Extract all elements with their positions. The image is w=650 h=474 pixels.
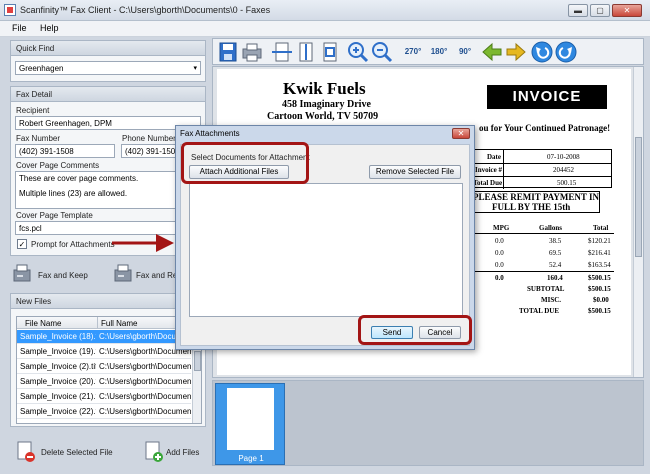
recipient-label: Recipient <box>16 106 50 115</box>
fax-machine-remove-icon <box>113 263 133 285</box>
viewer-scrollbar[interactable] <box>633 67 643 377</box>
redo-icon[interactable] <box>555 41 577 63</box>
file-row[interactable]: Sample_Invoice (20).tif C:\Users\gborth\D… <box>17 375 191 389</box>
highlight-send-annotation <box>358 315 472 345</box>
rotate-180-button[interactable]: 180° <box>427 41 451 63</box>
invoice-address-2: Cartoon World, TV 50709 <box>267 111 379 122</box>
fax-machine-icon <box>12 263 32 285</box>
title-bar: Scanfinity™ Fax Client - C:\Users\gborth… <box>0 0 650 21</box>
fax-detail-header: Fax Detail <box>11 87 205 102</box>
col-gallons: Gallons <box>539 224 562 232</box>
zoom-out-icon[interactable] <box>371 41 393 63</box>
prompt-attachments-label: Prompt for Attachments <box>31 240 115 249</box>
dialog-title-bar: Fax Attachments ✕ <box>176 126 474 141</box>
save-icon[interactable] <box>217 41 239 63</box>
total-due-label: TOTAL DUE <box>519 307 560 315</box>
fit-width-icon[interactable] <box>271 41 293 63</box>
misc-value: $0.00 <box>593 296 609 304</box>
fax-number-label: Fax Number <box>16 134 61 143</box>
window-title: Scanfinity™ Fax Client - C:\Users\gborth… <box>20 5 271 15</box>
thumbnail-strip: Page 1 <box>212 380 644 466</box>
phone-number-label: Phone Number <box>122 134 176 143</box>
undo-icon[interactable] <box>531 41 553 63</box>
rotate-270-button[interactable]: 270° <box>401 41 425 63</box>
fax-and-keep-button[interactable]: Fax and Keep <box>38 271 88 280</box>
invoice-address-1: 458 Imaginary Drive <box>282 99 371 110</box>
annotation-arrow-icon <box>112 234 174 252</box>
remove-selected-file-button[interactable]: Remove Selected File <box>369 165 461 179</box>
minimize-button[interactable]: ▬ <box>568 4 588 17</box>
recipient-field[interactable]: Robert Greenhagen, DPM <box>15 116 201 130</box>
subtotal-label: SUBTOTAL <box>527 285 565 293</box>
total-due-value: $500.15 <box>588 307 611 315</box>
viewer-toolbar: 270° 180° 90° <box>212 38 644 65</box>
col-mpg: MPG <box>493 224 510 232</box>
thumbnail-label: Page 1 <box>238 454 264 463</box>
cover-template-label: Cover Page Template <box>16 211 93 220</box>
invoice-row: 0.0 69.5 $216.41 <box>495 249 611 257</box>
invoice-thanks: ou for Your Continued Patronage! <box>479 123 611 133</box>
delete-file-icon <box>16 441 36 463</box>
quick-find-panel: Quick Find Greenhagen ▾ <box>10 40 206 82</box>
next-page-icon[interactable] <box>505 41 527 63</box>
highlight-attach-annotation <box>181 142 309 184</box>
col-full-name[interactable]: Full Name <box>101 319 137 328</box>
fit-page-icon[interactable] <box>295 41 317 63</box>
dialog-title: Fax Attachments <box>180 129 240 138</box>
subtotal-value: $500.15 <box>588 285 611 293</box>
invoice-number-value: 204452 <box>553 166 574 174</box>
menu-help[interactable]: Help <box>40 23 59 33</box>
invoice-row: 0.0 38.5 $120.21 <box>495 237 611 245</box>
close-button[interactable]: ✕ <box>612 4 642 17</box>
file-row[interactable]: Sample_Invoice (21).tif C:\Users\gborth\D… <box>17 390 191 404</box>
remit-line-2: FULL BY THE 15th <box>492 202 571 212</box>
col-file-name[interactable]: File Name <box>25 319 61 328</box>
file-row[interactable]: Sample_Invoice (19).tif C:\Users\gborth\D… <box>17 345 191 359</box>
print-icon[interactable] <box>241 41 263 63</box>
file-row[interactable]: Sample_Invoice (22).tif C:\Users\gborth\D… <box>17 405 191 419</box>
cover-comments-textarea[interactable]: These are cover page comments. Multiple … <box>15 171 201 209</box>
col-total: Total <box>593 224 609 232</box>
maximize-button[interactable]: ▢ <box>590 4 610 17</box>
quick-find-header: Quick Find <box>11 41 205 56</box>
fax-number-field[interactable]: (402) 391-1508 <box>15 144 115 158</box>
invoice-row: 0.0 52.4 $163.54 <box>495 261 611 269</box>
invoice-company: Kwik Fuels <box>283 79 366 98</box>
thumbnail-page-1[interactable]: Page 1 <box>215 383 285 465</box>
actual-size-icon[interactable] <box>319 41 341 63</box>
dialog-close-button[interactable]: ✕ <box>452 128 470 139</box>
invoice-date-value: 07-10-2008 <box>547 153 580 161</box>
attachments-list[interactable] <box>189 183 463 317</box>
chevron-down-icon: ▾ <box>193 65 197 72</box>
rotate-90-button[interactable]: 90° <box>453 41 477 63</box>
prompt-attachments-checkbox[interactable]: ✓ <box>17 239 27 249</box>
file-row-selected[interactable]: Sample_Invoice (18).tif C:\Users\gborth\D… <box>17 330 191 344</box>
zoom-in-icon[interactable] <box>347 41 369 63</box>
invoice-total-due-value: 500.15 <box>557 179 577 187</box>
invoice-date-label: Date <box>487 153 501 161</box>
invoice-total-due-label: Total Due <box>473 179 503 187</box>
cover-comments-label: Cover Page Comments <box>16 161 100 170</box>
menu-file[interactable]: File <box>12 23 27 33</box>
previous-page-icon[interactable] <box>481 41 503 63</box>
invoice-title: INVOICE <box>487 85 607 109</box>
delete-selected-file-button[interactable]: Delete Selected File <box>41 448 113 457</box>
app-icon <box>4 4 16 16</box>
menu-bar: File Help <box>0 21 650 37</box>
file-row[interactable]: Sample_Invoice (2).tif C:\Users\gborth\Do… <box>17 360 191 374</box>
remit-line-1: PLEASE REMIT PAYMENT IN <box>473 192 599 202</box>
quick-find-dropdown[interactable]: Greenhagen ▾ <box>15 61 201 75</box>
invoice-number-label: Invoice # <box>475 166 503 174</box>
misc-label: MISC. <box>541 296 562 304</box>
invoice-row-total: 0.0 160.4 $500.15 <box>495 274 611 282</box>
add-file-icon <box>144 441 164 463</box>
add-files-button[interactable]: Add Files <box>166 448 199 457</box>
file-list-header: File Name Full Name <box>17 317 191 329</box>
